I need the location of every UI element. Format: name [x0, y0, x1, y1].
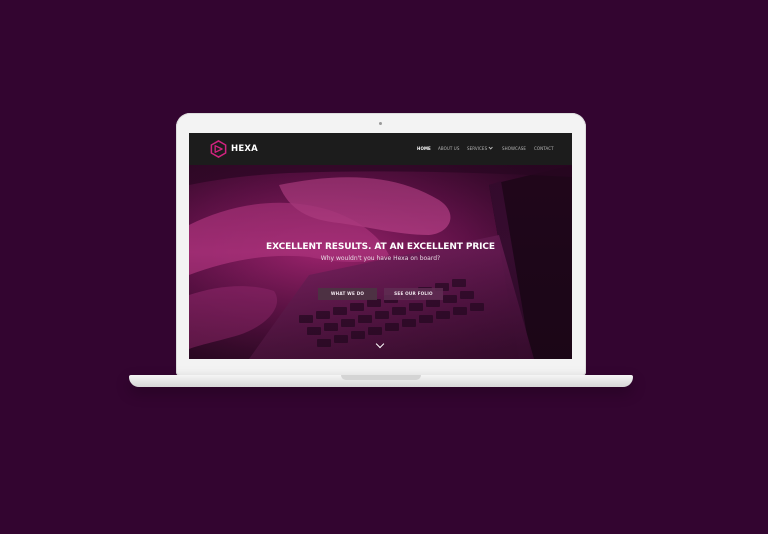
camera-dot — [379, 122, 382, 125]
hero-overlay — [189, 165, 572, 359]
nav-item-services[interactable]: SERVICES — [467, 144, 494, 151]
nav-item-contact[interactable]: CONTACT — [534, 146, 554, 151]
what-we-do-button[interactable]: WHAT WE DO — [318, 288, 377, 300]
see-our-folio-button[interactable]: SEE OUR FOLIO — [384, 288, 443, 300]
nav-item-home[interactable]: HOME — [417, 146, 431, 151]
chevron-down-icon — [488, 144, 494, 150]
hero-subtitle: Why wouldn't you have Hexa on board? — [320, 255, 441, 262]
main-navigation: HOME ABOUT US SERVICES SHOWCASE CONTACT — [189, 144, 572, 154]
hero-section: EXCELLENT RESULTS. AT AN EXCELLENT PRICE… — [189, 165, 572, 359]
laptop-base-notch — [341, 375, 421, 380]
laptop-screen: HEXA HOME ABOUT US SERVICES SHOWCASE CON… — [189, 133, 572, 359]
nav-item-about-us[interactable]: ABOUT US — [438, 146, 459, 151]
nav-item-showcase[interactable]: SHOWCASE — [502, 146, 526, 151]
hero-title: EXCELLENT RESULTS. AT AN EXCELLENT PRICE — [266, 242, 495, 252]
nav-item-services-label: SERVICES — [467, 146, 488, 151]
site-navbar: HEXA HOME ABOUT US SERVICES SHOWCASE CON… — [189, 133, 572, 165]
